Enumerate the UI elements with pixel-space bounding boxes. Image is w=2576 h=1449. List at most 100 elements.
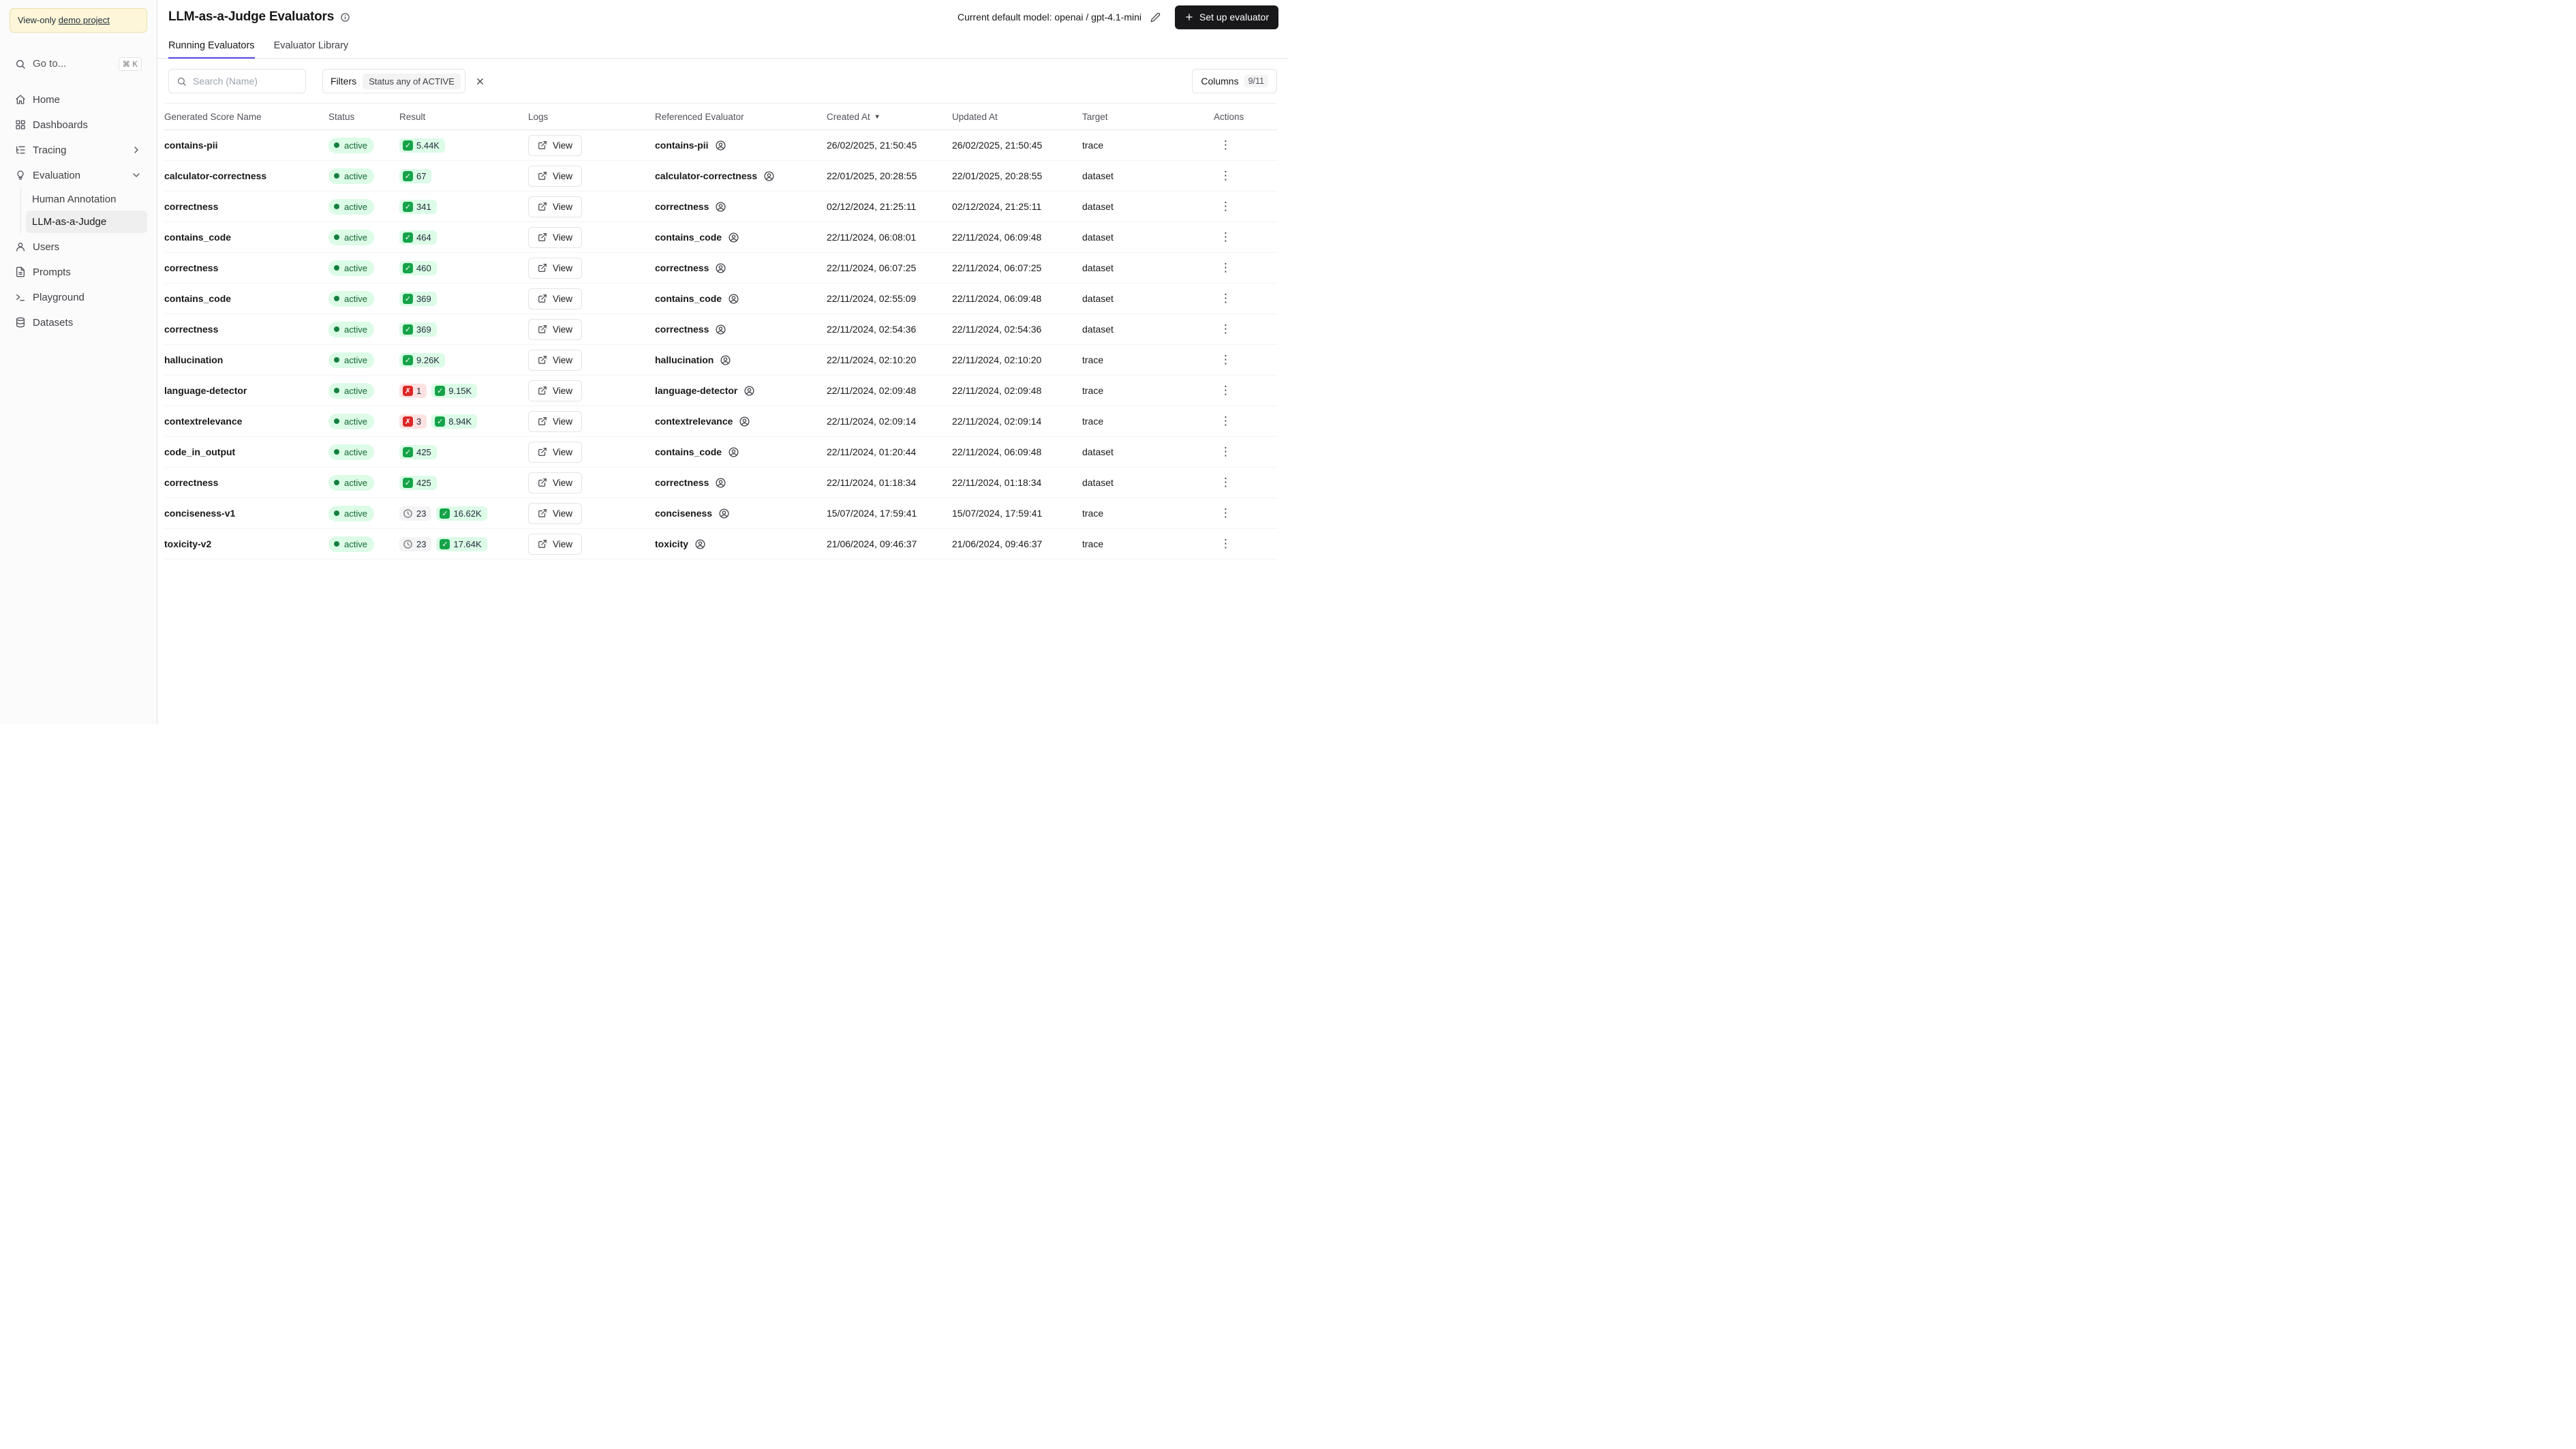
table-row[interactable]: contextrelevance active ✗ 3 ✓ 8.94K View co… [164,406,1277,437]
table-row[interactable]: language-detector active ✗ 1 ✓ 9.15K View l… [164,376,1277,406]
result-error-chip: ✗ 1 [399,383,427,398]
table-row[interactable]: contains_code active ✓ 369 View contains_… [164,284,1277,314]
tab-evaluator-library[interactable]: Evaluator Library [274,40,349,58]
sidebar-item-tracing[interactable]: Tracing [10,138,147,163]
view-label: View [553,477,573,488]
view-logs-button[interactable]: View [528,349,583,371]
table-row[interactable]: correctness active ✓ 460 View correctness… [164,253,1277,284]
user-circle-icon[interactable] [728,232,739,243]
sidebar-item-users[interactable]: Users [10,234,147,260]
clear-filters-button[interactable] [471,72,489,91]
user-circle-icon[interactable] [743,385,755,397]
row-actions-button[interactable]: ⋮ [1214,535,1238,553]
user-circle-icon[interactable] [715,201,726,213]
view-logs-button[interactable]: View [528,502,583,524]
column-header-actions[interactable]: Actions [1214,112,1277,122]
user-circle-icon[interactable] [718,508,730,519]
view-logs-button[interactable]: View [528,318,583,340]
result-success-chip: ✓ 369 [399,291,437,306]
sidebar-item-home[interactable]: Home [10,87,147,112]
target: dataset [1082,201,1114,212]
row-actions-button[interactable]: ⋮ [1214,474,1238,492]
column-header-result[interactable]: Result [399,112,528,122]
row-actions-button[interactable]: ⋮ [1214,290,1238,308]
column-header-target[interactable]: Target [1082,112,1214,122]
table-row[interactable]: conciseness-v1 active 23 ✓ 16.62K View con… [164,498,1277,529]
table-row[interactable]: contains-pii active ✓ 5.44K View contains… [164,130,1277,161]
user-circle-icon[interactable] [715,324,726,335]
user-circle-icon[interactable] [763,170,775,182]
row-actions-button[interactable]: ⋮ [1214,228,1238,247]
row-actions-button[interactable]: ⋮ [1214,198,1238,216]
view-logs-button[interactable]: View [528,134,583,156]
user-circle-icon[interactable] [720,354,731,366]
sidebar-item-llm-as-a-judge[interactable]: LLM-as-a-Judge [26,210,147,233]
view-logs-button[interactable]: View [528,196,583,217]
sidebar-item-evaluation[interactable]: Evaluation [10,163,147,188]
sidebar-item-human-annotation[interactable]: Human Annotation [26,188,147,211]
filters-button[interactable]: Filters Status any of ACTIVE [322,69,465,93]
view-logs-button[interactable]: View [528,165,583,187]
view-logs-button[interactable]: View [528,472,583,493]
search-input[interactable] [193,76,298,87]
sidebar-item-prompts[interactable]: Prompts [10,260,147,285]
goto-search[interactable]: Go to... ⌘ K [10,52,147,76]
row-actions-button[interactable]: ⋮ [1214,504,1238,523]
result-success-chip: ✓ 425 [399,444,437,459]
table-row[interactable]: code_in_output active ✓ 425 View contains… [164,437,1277,468]
updated-at: 26/02/2025, 21:50:45 [952,140,1043,151]
row-actions-button[interactable]: ⋮ [1214,412,1238,431]
table-row[interactable]: hallucination active ✓ 9.26K View halluci… [164,345,1277,376]
user-circle-icon[interactable] [728,293,739,305]
table-row[interactable]: contains_code active ✓ 464 View contains_… [164,222,1277,253]
column-header-generated-score-name[interactable]: Generated Score Name [164,112,328,122]
info-icon[interactable] [340,12,350,22]
setup-evaluator-button[interactable]: Set up evaluator [1175,5,1278,29]
row-actions-button[interactable]: ⋮ [1214,382,1238,400]
view-logs-button[interactable]: View [528,226,583,248]
tab-running-evaluators[interactable]: Running Evaluators [168,40,255,59]
user-circle-icon[interactable] [715,140,726,151]
user-circle-icon[interactable] [728,446,739,458]
result-count: 425 [416,477,431,488]
columns-button[interactable]: Columns 9/11 [1192,69,1277,93]
row-actions-button[interactable]: ⋮ [1214,167,1238,185]
score-name: contains_code [164,293,232,304]
sidebar-item-playground[interactable]: Playground [10,285,147,310]
table-row[interactable]: correctness active ✓ 425 View correctness… [164,468,1277,498]
view-logs-button[interactable]: View [528,533,583,555]
sidebar-item-datasets[interactable]: Datasets [10,310,147,335]
row-actions-button[interactable]: ⋮ [1214,320,1238,339]
row-actions-button[interactable]: ⋮ [1214,351,1238,369]
user-circle-icon[interactable] [694,538,706,550]
search-icon [177,77,186,86]
column-header-status[interactable]: Status [328,112,399,122]
view-logs-button[interactable]: View [528,410,583,432]
demo-project-link[interactable]: demo project [59,15,110,25]
status-badge: active [328,321,374,337]
view-logs-button[interactable]: View [528,441,583,463]
logs-cell: View [528,410,655,432]
table-row[interactable]: toxicity-v2 active 23 ✓ 17.64K View toxici… [164,529,1277,560]
view-logs-button[interactable]: View [528,380,583,401]
view-logs-button[interactable]: View [528,288,583,309]
user-circle-icon[interactable] [739,416,750,427]
user-circle-icon[interactable] [715,262,726,274]
column-header-logs[interactable]: Logs [528,112,655,122]
row-actions-button[interactable]: ⋮ [1214,136,1238,155]
sidebar-item-label: Dashboards [33,119,88,131]
view-logs-button[interactable]: View [528,257,583,279]
table-row[interactable]: correctness active ✓ 341 View correctness… [164,192,1277,222]
row-actions-button[interactable]: ⋮ [1214,259,1238,277]
status-badge: active [328,505,374,521]
row-actions-button[interactable]: ⋮ [1214,443,1238,461]
column-header-updated-at[interactable]: Updated At [952,112,1082,122]
column-header-created-at[interactable]: Created At ▼ [827,112,952,122]
user-circle-icon[interactable] [715,477,726,489]
sidebar-item-dashboards[interactable]: Dashboards [10,112,147,138]
table-row[interactable]: correctness active ✓ 369 View correctness… [164,314,1277,345]
referenced-evaluator-name: contains_code [655,232,722,243]
column-header-referenced-evaluator[interactable]: Referenced Evaluator [655,112,827,122]
edit-default-model-button[interactable] [1148,10,1163,25]
table-row[interactable]: calculator-correctness active ✓ 67 View c… [164,161,1277,192]
